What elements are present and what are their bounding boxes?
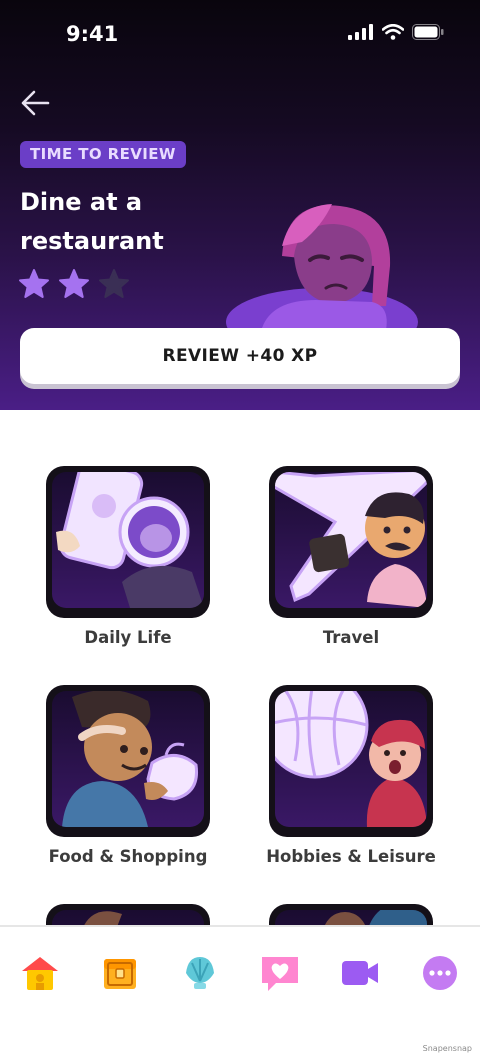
wifi-icon [382, 24, 404, 40]
topic-label: Daily Life [84, 628, 172, 647]
topic-label: Travel [322, 628, 380, 647]
home-icon[interactable] [18, 953, 62, 993]
topic-label: Food & Shopping [48, 847, 208, 866]
star-empty-icon [99, 269, 129, 298]
star-icon [59, 269, 89, 298]
topic-tile-frame [46, 466, 210, 618]
hobbies-leisure-illustration [275, 691, 427, 827]
back-arrow-icon[interactable] [18, 86, 52, 120]
topic-tile-frame [46, 685, 210, 837]
lesson-stars [18, 268, 130, 300]
lesson-title-line2: restaurant [20, 227, 164, 255]
travel-illustration [275, 472, 427, 608]
topic-tile-daily-life[interactable]: Daily Life [43, 466, 213, 647]
topic-grid: Daily Life Travel Food & Shopping Hobbie… [0, 410, 480, 925]
cellular-signal-icon [348, 24, 373, 40]
review-button[interactable]: REVIEW +40 XP [20, 328, 460, 384]
status-bar: 9:41 [0, 0, 480, 70]
lesson-title: Dine at a restaurant [20, 183, 220, 261]
battery-icon [412, 24, 444, 40]
review-badge: TIME TO REVIEW [20, 141, 186, 168]
topic-tile-frame [269, 685, 433, 837]
star-icon [19, 269, 49, 298]
topic-tile-travel[interactable]: Travel [266, 466, 436, 647]
topic-tile-hobbies-leisure[interactable]: Hobbies & Leisure [266, 685, 436, 866]
bottom-tab-bar [0, 925, 480, 1037]
topic-tile-frame [269, 466, 433, 618]
topic-tile-frame [46, 904, 210, 925]
character-illustration [226, 204, 418, 336]
more-icon[interactable] [418, 953, 462, 993]
topic-tile-food-shopping[interactable]: Food & Shopping [43, 685, 213, 866]
home-indicator-area [0, 1037, 480, 1056]
treasure-chest-icon[interactable] [98, 953, 142, 993]
lesson-hero: 9:41 TIME TO REVIEW Dine at a restaurant… [0, 0, 480, 410]
topic-tile-frame [269, 904, 433, 925]
topic-label: Hobbies & Leisure [266, 847, 436, 866]
watermark: Snapensnap [422, 1044, 472, 1053]
topic-tile-partial[interactable] [266, 904, 436, 925]
topic-tile-partial[interactable] [43, 904, 213, 925]
status-time: 9:41 [66, 22, 119, 46]
status-icons [348, 24, 444, 40]
heart-chat-icon[interactable] [258, 953, 302, 993]
video-camera-icon[interactable] [338, 953, 382, 993]
daily-life-illustration [56, 472, 204, 608]
lesson-title-line1: Dine at a [20, 188, 143, 216]
shell-icon[interactable] [178, 953, 222, 993]
food-shopping-illustration [62, 691, 199, 827]
